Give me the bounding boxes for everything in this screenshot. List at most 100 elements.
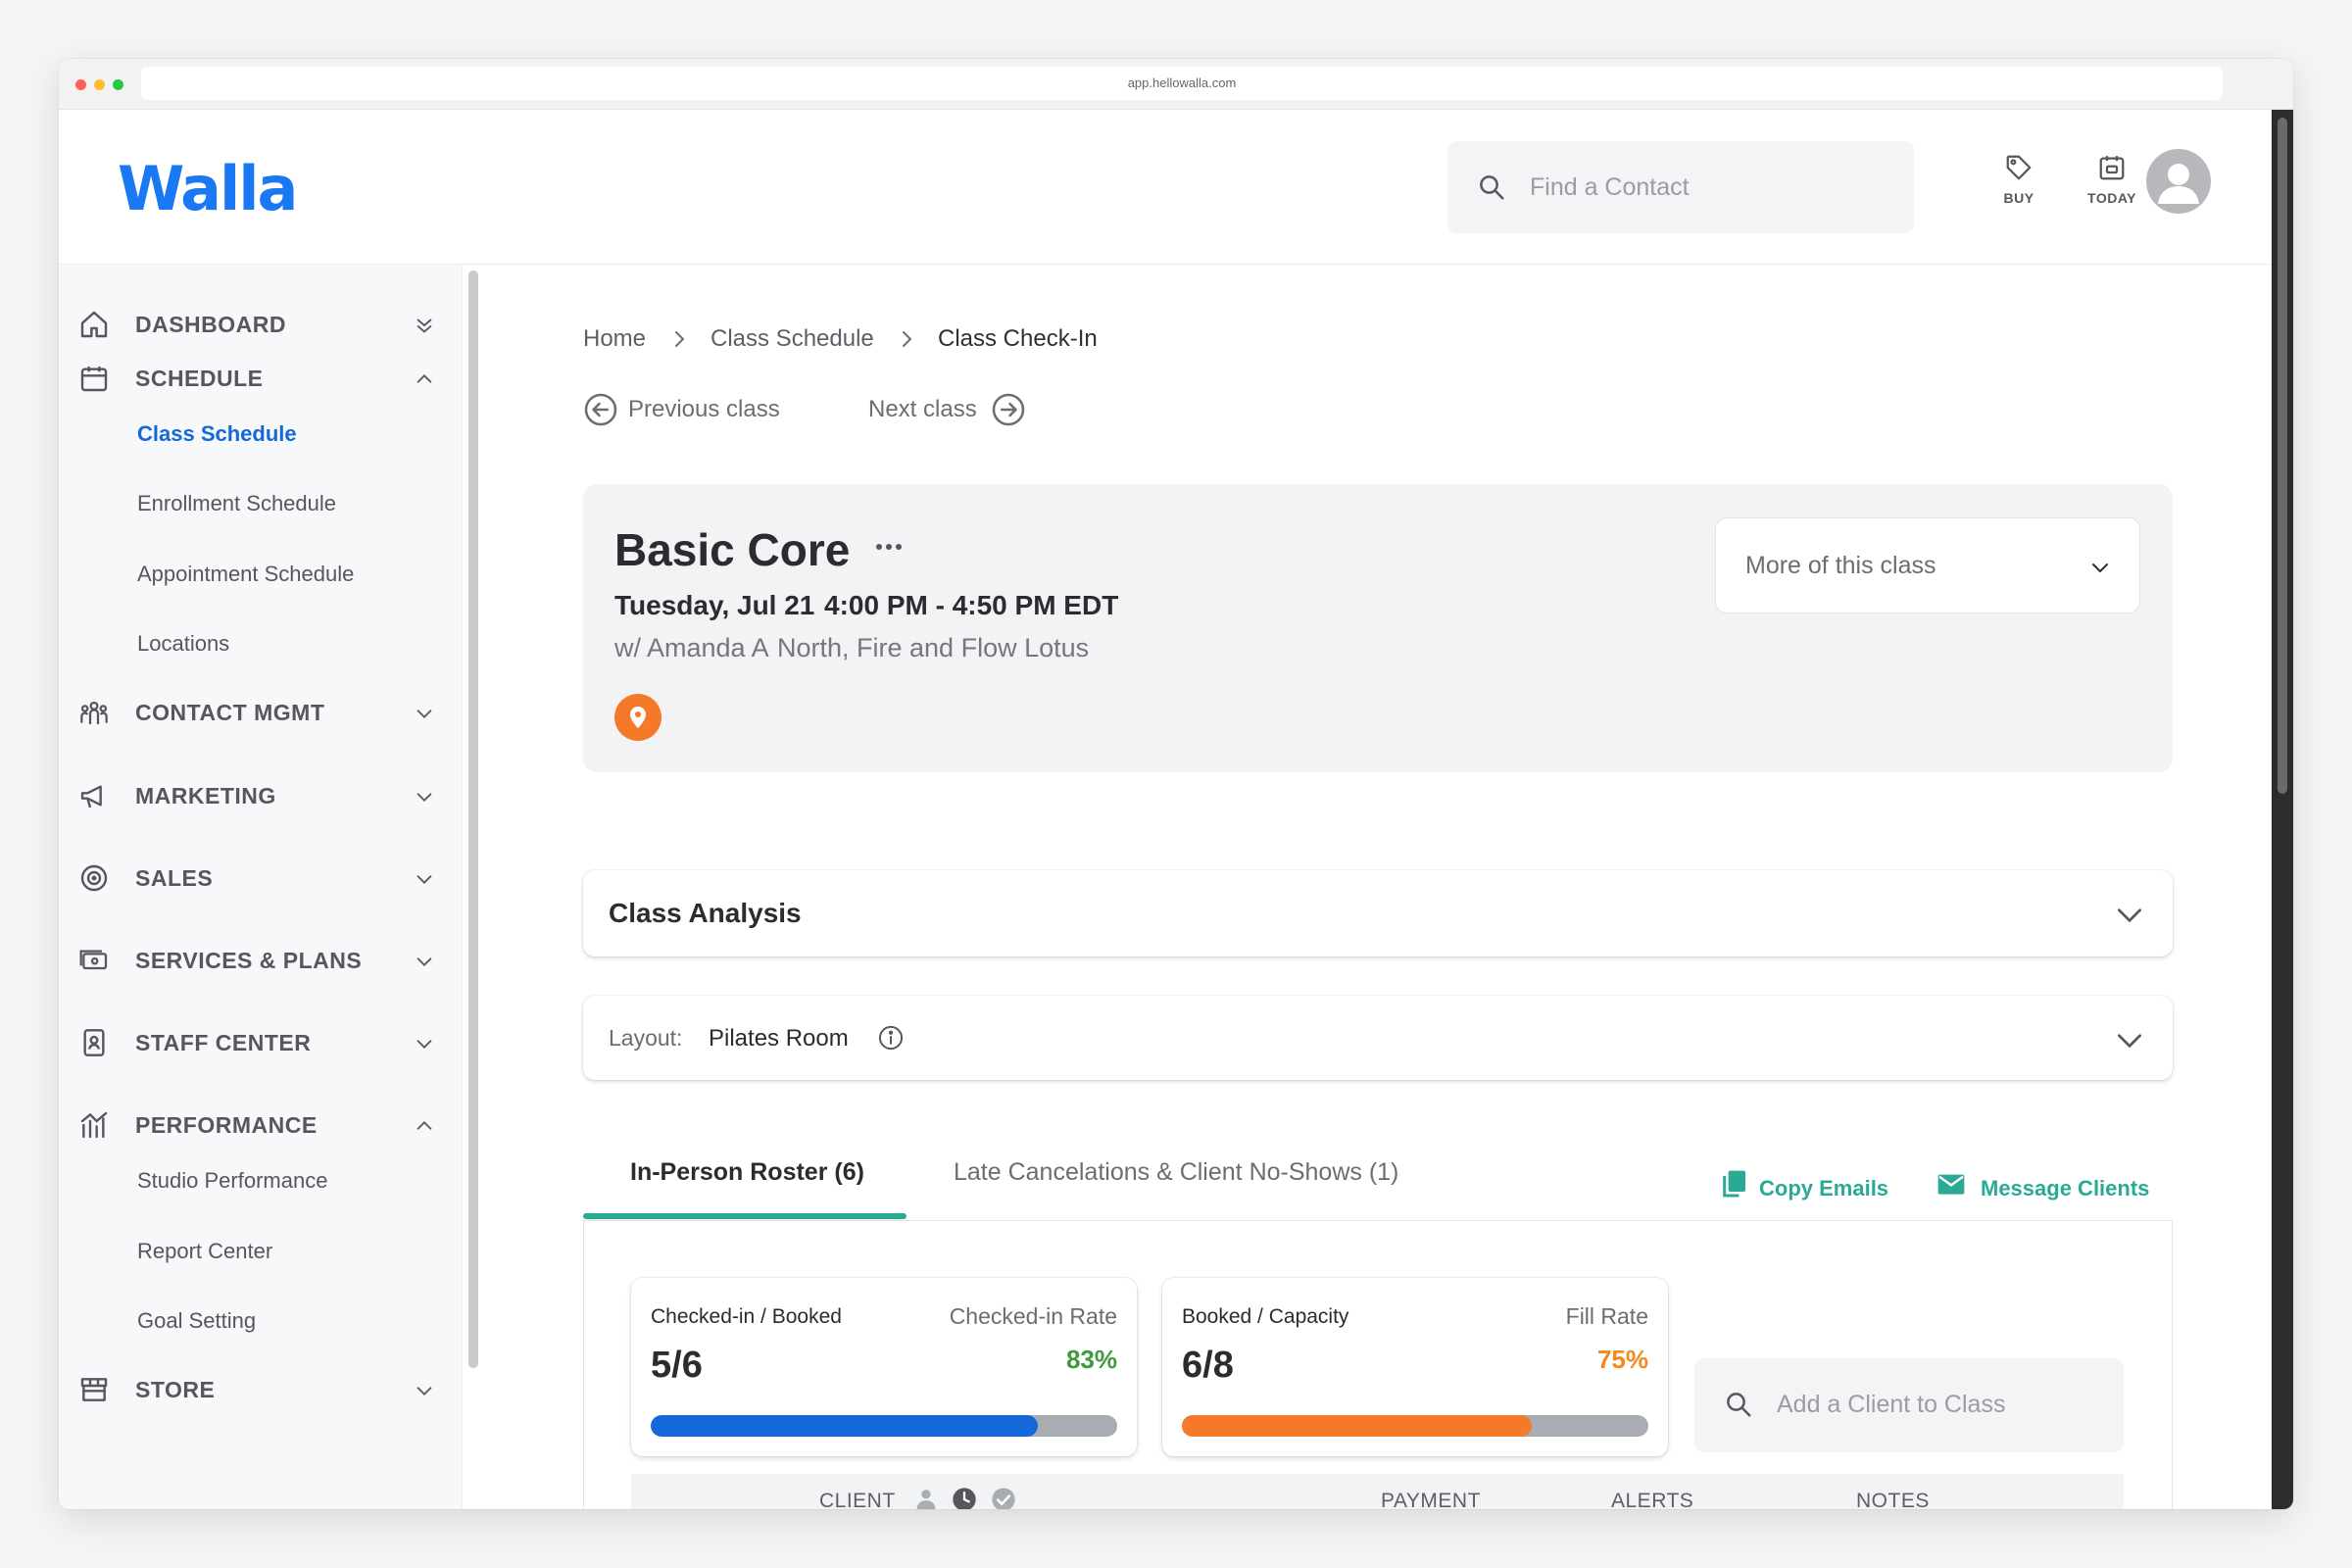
breadcrumb-home[interactable]: Home xyxy=(583,325,646,353)
sidebar-item-label: SCHEDULE xyxy=(135,366,264,391)
buy-label: BUY xyxy=(2003,190,2034,206)
sidebar-item-staff-center[interactable]: STAFF CENTER xyxy=(59,1013,463,1072)
page-scrollbar-thumb[interactable] xyxy=(2278,118,2287,794)
chevron-down-icon xyxy=(416,793,432,802)
clock-icon[interactable] xyxy=(951,1486,978,1509)
chevron-down-icon xyxy=(416,1040,432,1049)
chevron-down-icon xyxy=(2118,908,2141,923)
sidebar-subitem-enrollment-schedule[interactable]: Enrollment Schedule xyxy=(137,491,336,516)
checked-in-progress-fill xyxy=(651,1415,1039,1437)
sidebar-item-services-plans[interactable]: SERVICES & PLANS xyxy=(59,931,463,990)
close-window-button[interactable] xyxy=(75,79,86,90)
sidebar-subitem-report-center[interactable]: Report Center xyxy=(137,1239,272,1264)
sidebar-item-dashboard[interactable]: DASHBOARD xyxy=(59,295,463,354)
location-pin-button[interactable] xyxy=(614,694,662,741)
sidebar: DASHBOARD SCHEDULE Class Schedule Enroll… xyxy=(59,265,463,1509)
browser-window: app.hellowalla.com Walla BUY TODAY xyxy=(59,59,2293,1509)
more-of-this-class-select[interactable]: More of this class xyxy=(1715,517,2140,613)
user-icon xyxy=(2158,164,2199,204)
booked-capacity-value: 6/8 xyxy=(1182,1345,1234,1386)
column-payment[interactable]: PAYMENT xyxy=(1381,1490,1481,1509)
checked-in-value: 5/6 xyxy=(651,1345,703,1386)
sidebar-item-performance[interactable]: PERFORMANCE xyxy=(59,1096,463,1154)
main-content: Home Class Schedule Class Check-In Previ… xyxy=(485,265,2272,1509)
message-clients-button[interactable]: Message Clients xyxy=(1981,1176,2149,1201)
previous-class-link[interactable]: Previous class xyxy=(628,396,780,423)
sidebar-subitem-locations[interactable]: Locations xyxy=(137,631,229,657)
search-icon xyxy=(1480,175,1504,200)
chart-icon xyxy=(80,1111,108,1139)
contact-search-input[interactable] xyxy=(1530,169,1883,206)
copy-icon[interactable] xyxy=(1718,1168,1749,1200)
sidebar-item-sales[interactable]: SALES xyxy=(59,849,463,907)
add-client-search[interactable] xyxy=(1694,1358,2124,1452)
sidebar-item-label: DASHBOARD xyxy=(135,312,286,337)
breadcrumb-class-schedule[interactable]: Class Schedule xyxy=(710,325,874,353)
chevron-down-icon xyxy=(416,875,432,884)
sidebar-item-label: STORE xyxy=(135,1377,216,1402)
roster-tabs: In-Person Roster (6) Late Cancelations &… xyxy=(583,1147,2173,1225)
contact-search[interactable] xyxy=(1447,141,1914,233)
more-options-icon[interactable] xyxy=(869,537,908,557)
sidebar-subitem-studio-performance[interactable]: Studio Performance xyxy=(137,1168,327,1194)
class-location: North, Fire and Flow Lotus xyxy=(777,633,1090,662)
active-tab-indicator xyxy=(583,1213,906,1219)
maximize-window-button[interactable] xyxy=(113,79,123,90)
check-circle-icon[interactable] xyxy=(990,1486,1017,1509)
roster-table-header: CLIENT PAYMENT ALERTS NOTES xyxy=(631,1474,2124,1509)
arrow-right-circle-icon[interactable] xyxy=(991,392,1026,427)
search-icon xyxy=(1727,1393,1751,1417)
column-notes[interactable]: NOTES xyxy=(1856,1490,1930,1509)
sidebar-subitem-appointment-schedule[interactable]: Appointment Schedule xyxy=(137,562,354,587)
chevron-down-icon xyxy=(2118,1034,2141,1049)
chevron-right-icon xyxy=(675,331,685,347)
today-label: TODAY xyxy=(2087,190,2136,206)
class-instructor: w/ Amanda A xyxy=(614,633,769,662)
top-header: Walla BUY TODAY xyxy=(59,110,2272,265)
sidebar-subitem-class-schedule[interactable]: Class Schedule xyxy=(137,421,297,447)
minimize-window-button[interactable] xyxy=(94,79,105,90)
page-scrollbar[interactable] xyxy=(2272,110,2293,1509)
info-icon[interactable] xyxy=(877,1024,905,1052)
sidebar-scrollbar[interactable] xyxy=(468,270,478,1368)
today-button[interactable]: TODAY xyxy=(2078,153,2146,221)
envelope-icon[interactable] xyxy=(1936,1168,1967,1200)
roster-panel: Checked-in / Booked Checked-in Rate 5/6 … xyxy=(583,1221,2173,1509)
class-time: 4:00 PM - 4:50 PM EDT xyxy=(824,590,1119,620)
class-date: Tuesday, Jul 21 xyxy=(614,590,815,620)
next-class-link[interactable]: Next class xyxy=(868,396,977,423)
chevron-down-icon xyxy=(2092,564,2108,573)
sidebar-item-label: SERVICES & PLANS xyxy=(135,948,363,973)
person-icon[interactable] xyxy=(912,1486,940,1509)
browser-chrome: app.hellowalla.com xyxy=(59,59,2293,110)
tab-late-cancelations[interactable]: Late Cancelations & Client No-Shows (1) xyxy=(954,1158,1398,1187)
column-client[interactable]: CLIENT xyxy=(819,1490,896,1509)
sidebar-item-contact-mgmt[interactable]: CONTACT MGMT xyxy=(59,683,463,742)
checked-in-rate-label: Checked-in Rate xyxy=(949,1303,1117,1329)
layout-accordion[interactable]: Layout: Pilates Room xyxy=(583,996,2173,1080)
walla-logo[interactable]: Walla xyxy=(118,153,298,224)
chevron-up-icon xyxy=(416,374,432,383)
badge-icon xyxy=(83,1029,105,1056)
sidebar-item-label: MARKETING xyxy=(135,783,276,808)
sidebar-subitem-goal-setting[interactable]: Goal Setting xyxy=(137,1308,256,1334)
address-bar[interactable]: app.hellowalla.com xyxy=(141,67,2223,100)
sidebar-item-marketing[interactable]: MARKETING xyxy=(59,766,463,825)
layout-value: Pilates Room xyxy=(709,1025,849,1052)
sidebar-item-label: PERFORMANCE xyxy=(135,1112,318,1138)
class-analysis-title: Class Analysis xyxy=(609,898,802,928)
sidebar-item-label: STAFF CENTER xyxy=(135,1030,312,1055)
chevron-down-icon xyxy=(416,1387,432,1396)
add-client-input[interactable] xyxy=(1777,1386,2100,1423)
copy-emails-button[interactable]: Copy Emails xyxy=(1759,1176,1888,1201)
sidebar-item-schedule[interactable]: SCHEDULE xyxy=(59,349,463,408)
arrow-left-circle-icon[interactable] xyxy=(583,392,618,427)
chevron-up-icon xyxy=(416,1121,432,1130)
tab-in-person-roster[interactable]: In-Person Roster (6) xyxy=(630,1158,864,1187)
sidebar-item-store[interactable]: STORE xyxy=(59,1360,463,1419)
user-avatar[interactable] xyxy=(2146,149,2211,214)
class-analysis-accordion[interactable]: Class Analysis xyxy=(583,870,2173,956)
column-alerts[interactable]: ALERTS xyxy=(1611,1490,1693,1509)
buy-button[interactable]: BUY xyxy=(1984,153,2053,221)
target-icon xyxy=(80,864,108,892)
